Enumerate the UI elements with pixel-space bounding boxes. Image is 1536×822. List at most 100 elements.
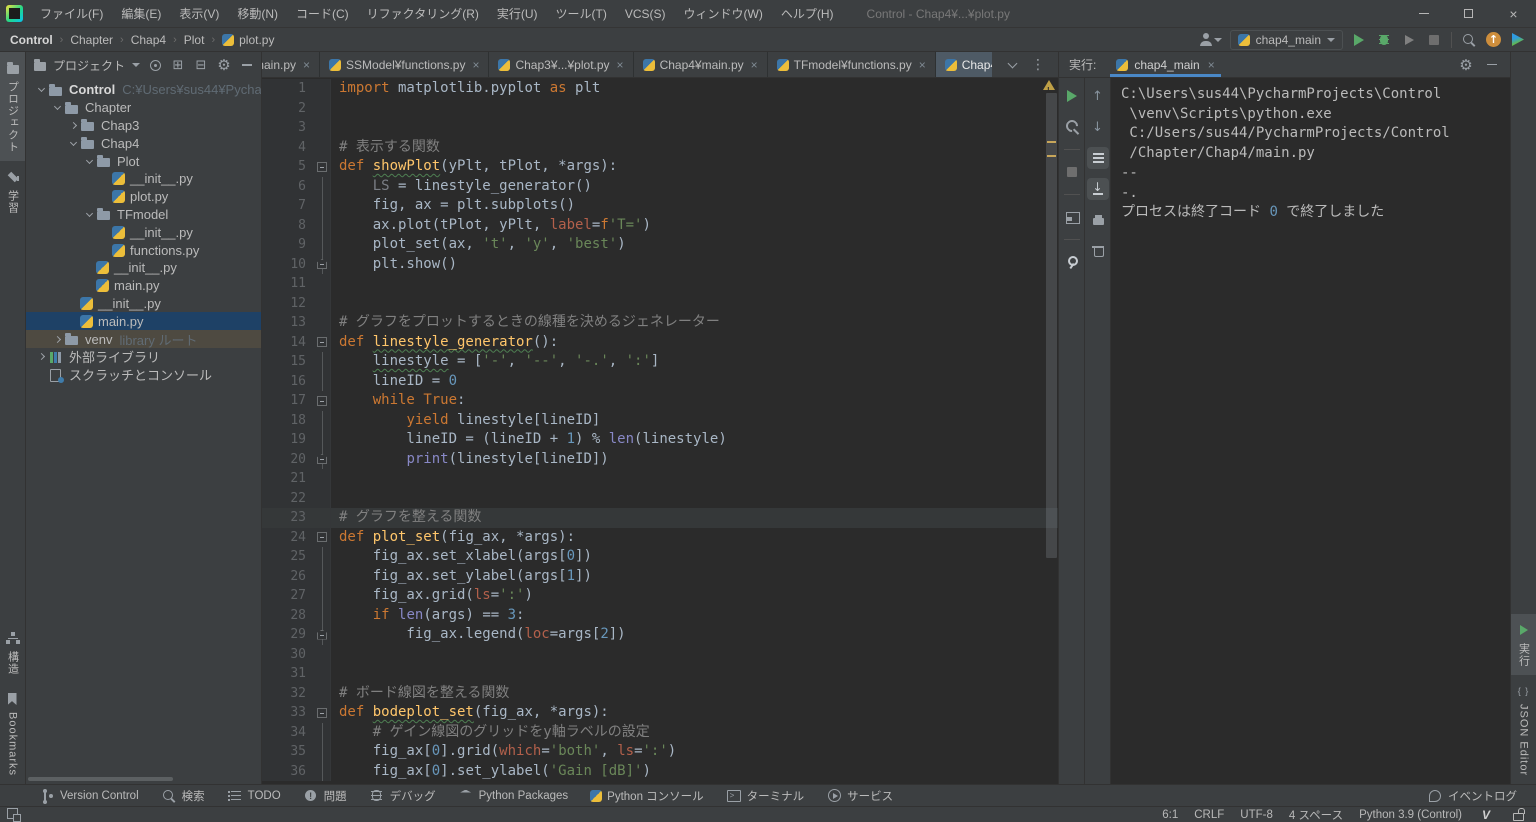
fold-gutter[interactable] bbox=[314, 742, 331, 762]
menu-item[interactable]: ツール(T) bbox=[547, 0, 616, 28]
tree-item[interactable]: __init__.py bbox=[26, 170, 261, 188]
code-line[interactable]: 5def showPlot(yPlt, tPlot, *args): bbox=[262, 157, 1058, 177]
breadcrumb-item[interactable]: Plot bbox=[184, 33, 205, 47]
fold-gutter[interactable] bbox=[314, 430, 331, 450]
line-number[interactable]: 18 bbox=[262, 411, 314, 431]
tool-window-button[interactable]: 問題 bbox=[294, 785, 356, 806]
fold-gutter[interactable] bbox=[314, 762, 331, 782]
fold-gutter[interactable] bbox=[314, 703, 331, 723]
fold-gutter[interactable] bbox=[314, 196, 331, 216]
code-line[interactable]: 6 LS = linestyle_generator() bbox=[262, 177, 1058, 197]
code-line[interactable]: 14def linestyle_generator(): bbox=[262, 333, 1058, 353]
run-tab[interactable]: chap4_main × bbox=[1108, 52, 1222, 77]
menu-item[interactable]: ウィンドウ(W) bbox=[675, 0, 772, 28]
line-number[interactable]: 24 bbox=[262, 528, 314, 548]
breadcrumb-item[interactable]: Control bbox=[10, 33, 53, 47]
tool-window-button[interactable]: Python コンソール bbox=[581, 785, 713, 806]
line-number[interactable]: 20 bbox=[262, 450, 314, 470]
fold-gutter[interactable] bbox=[314, 235, 331, 255]
code-line[interactable]: 3 bbox=[262, 118, 1058, 138]
line-number[interactable]: 13 bbox=[262, 313, 314, 333]
minimize-button[interactable] bbox=[1401, 0, 1446, 28]
more-icon[interactable] bbox=[1030, 57, 1046, 73]
fold-collapse-icon[interactable] bbox=[317, 708, 327, 718]
line-number[interactable]: 16 bbox=[262, 372, 314, 392]
run-console[interactable]: C:\Users\sus44\PycharmProjects\Control \… bbox=[1111, 78, 1510, 784]
tree-item[interactable]: __init__.py bbox=[26, 223, 261, 241]
stop-icon[interactable] bbox=[1426, 32, 1442, 48]
menu-item[interactable]: ファイル(F) bbox=[31, 0, 112, 28]
line-number[interactable]: 34 bbox=[262, 723, 314, 743]
line-number[interactable]: 21 bbox=[262, 469, 314, 489]
tree-item[interactable]: スクラッチとコンソール bbox=[26, 366, 261, 384]
code-line[interactable]: 4# 表示する関数 bbox=[262, 138, 1058, 158]
code-line[interactable]: 31 bbox=[262, 664, 1058, 684]
search-everywhere-icon[interactable] bbox=[1461, 32, 1477, 48]
code-line[interactable]: 10 plt.show() bbox=[262, 255, 1058, 275]
code-line[interactable]: 35 fig_ax[0].grid(which='both', ls=':') bbox=[262, 742, 1058, 762]
gear-icon[interactable] bbox=[1458, 57, 1474, 73]
fold-gutter[interactable] bbox=[314, 157, 331, 177]
status-widget[interactable]: CRLF bbox=[1194, 809, 1224, 821]
hidden-tabs-icon[interactable] bbox=[1004, 57, 1020, 73]
restore-layout-button[interactable] bbox=[1061, 206, 1083, 228]
code-line[interactable]: 27 fig_ax.grid(ls=':') bbox=[262, 586, 1058, 606]
tree-item[interactable]: plot.py bbox=[26, 188, 261, 206]
code-line[interactable]: 21 bbox=[262, 469, 1058, 489]
fold-collapse-icon[interactable] bbox=[317, 162, 327, 172]
code-line[interactable]: 30 bbox=[262, 645, 1058, 665]
code-line[interactable]: 29 fig_ax.legend(loc=args[2]) bbox=[262, 625, 1058, 645]
line-number[interactable]: 11 bbox=[262, 274, 314, 294]
editor-tab[interactable]: main.py× bbox=[262, 52, 320, 77]
settings-icon[interactable] bbox=[216, 57, 232, 73]
tool-window-button[interactable]: ターミナル bbox=[717, 785, 814, 806]
code-editor[interactable]: 1import matplotlib.pyplot as plt234# 表示す… bbox=[262, 78, 1058, 784]
code-line[interactable]: 11 bbox=[262, 274, 1058, 294]
fold-gutter[interactable] bbox=[314, 528, 331, 548]
code-line[interactable]: 36 fig_ax[0].set_ylabel('Gain [dB]') bbox=[262, 762, 1058, 782]
status-widget[interactable]: UTF-8 bbox=[1240, 809, 1273, 821]
stripe-button-JSON Editor[interactable]: JSON Editor bbox=[1511, 675, 1536, 784]
fold-gutter[interactable] bbox=[314, 567, 331, 587]
fold-gutter[interactable] bbox=[314, 138, 331, 158]
line-number[interactable]: 28 bbox=[262, 606, 314, 626]
fold-collapse-icon[interactable] bbox=[317, 532, 327, 542]
maximize-button[interactable] bbox=[1446, 0, 1491, 28]
stop-button[interactable] bbox=[1061, 161, 1083, 183]
line-number[interactable]: 2 bbox=[262, 99, 314, 119]
inspections-warning-icon[interactable] bbox=[1043, 80, 1055, 90]
code-line[interactable]: 24def plot_set(fig_ax, *args): bbox=[262, 528, 1058, 548]
run-config-select[interactable]: chap4_main bbox=[1230, 30, 1343, 50]
code-line[interactable]: 9 plot_set(ax, 't', 'y', 'best') bbox=[262, 235, 1058, 255]
tool-window-button[interactable]: Python Packages bbox=[449, 785, 578, 806]
scroll-end-button[interactable] bbox=[1087, 178, 1109, 200]
close-icon[interactable]: × bbox=[617, 58, 624, 72]
fold-gutter[interactable] bbox=[314, 352, 331, 372]
line-number[interactable]: 6 bbox=[262, 177, 314, 197]
line-number[interactable]: 22 bbox=[262, 489, 314, 509]
fold-gutter[interactable] bbox=[314, 469, 331, 489]
status-widget[interactable]: Python 3.9 (Control) bbox=[1359, 809, 1462, 821]
soft-wrap-button[interactable] bbox=[1087, 147, 1109, 169]
status-widget[interactable]: 4 スペース bbox=[1289, 807, 1343, 822]
line-number[interactable]: 17 bbox=[262, 391, 314, 411]
fold-gutter[interactable] bbox=[314, 547, 331, 567]
code-line[interactable]: 12 bbox=[262, 294, 1058, 314]
collapse-all-icon[interactable] bbox=[193, 57, 209, 73]
fold-end-icon[interactable] bbox=[317, 454, 327, 464]
close-icon[interactable]: × bbox=[472, 58, 479, 72]
line-number[interactable]: 4 bbox=[262, 138, 314, 158]
rerun-button[interactable] bbox=[1061, 85, 1083, 107]
fold-gutter[interactable] bbox=[314, 177, 331, 197]
project-panel-title[interactable]: プロジェクト bbox=[53, 57, 125, 74]
code-line[interactable]: 2 bbox=[262, 99, 1058, 119]
warning-stripe-mark[interactable] bbox=[1047, 155, 1056, 157]
fold-gutter[interactable] bbox=[314, 625, 331, 645]
line-number[interactable]: 7 bbox=[262, 196, 314, 216]
line-number[interactable]: 14 bbox=[262, 333, 314, 353]
fold-gutter[interactable] bbox=[314, 99, 331, 119]
menu-item[interactable]: リファクタリング(R) bbox=[358, 0, 488, 28]
stripe-button-構造[interactable]: 構造 bbox=[0, 622, 25, 683]
breadcrumb-item[interactable]: Chap4 bbox=[131, 33, 166, 47]
close-button[interactable]: × bbox=[1491, 0, 1536, 28]
